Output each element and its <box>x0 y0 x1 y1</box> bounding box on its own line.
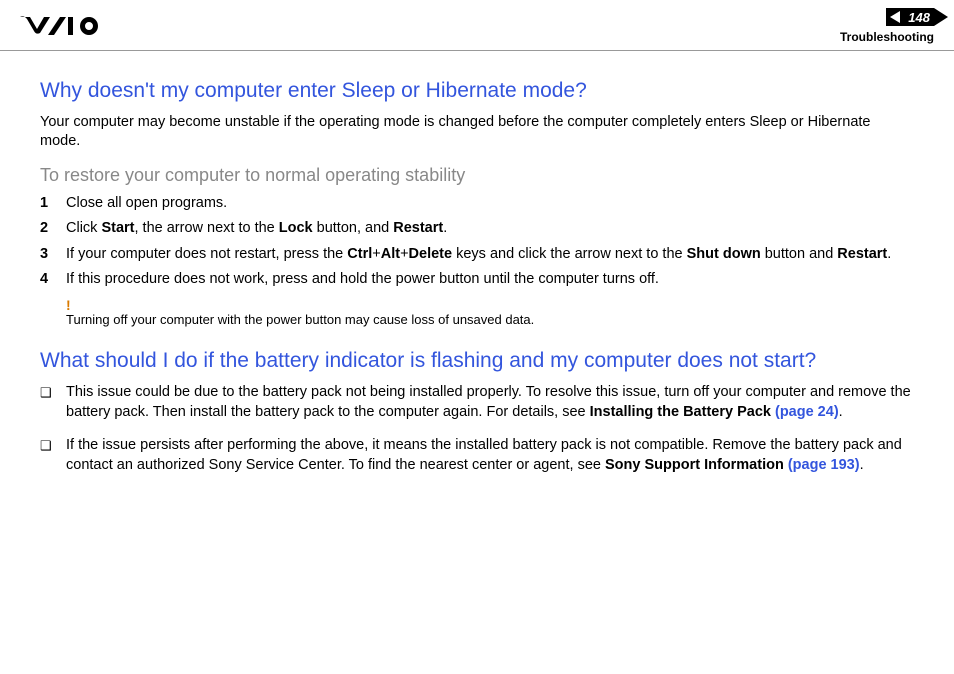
question-2-title: What should I do if the battery indicato… <box>40 349 914 373</box>
section-name: Troubleshooting <box>840 30 934 44</box>
question-1-title: Why doesn't my computer enter Sleep or H… <box>40 79 914 103</box>
page-content: Why doesn't my computer enter Sleep or H… <box>0 51 954 509</box>
warning-text: Turning off your computer with the power… <box>66 312 914 327</box>
next-page-icon[interactable] <box>934 8 948 26</box>
step-3: If your computer does not restart, press… <box>40 245 914 265</box>
warning-icon: ! <box>66 298 914 312</box>
step-2: Click Start, the arrow next to the Lock … <box>40 219 914 239</box>
prev-page-icon[interactable] <box>890 11 900 23</box>
question-1-intro: Your computer may become unstable if the… <box>40 113 914 151</box>
page-number-badge[interactable]: 148 <box>886 8 934 26</box>
warning-note: ! Turning off your computer with the pow… <box>66 298 914 327</box>
link-page-193[interactable]: (page 193) <box>788 457 860 473</box>
bullet-1: This issue could be due to the battery p… <box>40 383 914 422</box>
vaio-logo <box>20 15 110 37</box>
page-number: 148 <box>904 10 934 25</box>
step-4: If this procedure does not work, press a… <box>40 270 914 290</box>
question-1-subhead: To restore your computer to normal opera… <box>40 165 914 186</box>
step-1: Close all open programs. <box>40 194 914 214</box>
link-page-24[interactable]: (page 24) <box>775 404 839 420</box>
page-header: 148 Troubleshooting <box>0 0 954 51</box>
bullet-2: If the issue persists after performing t… <box>40 436 914 475</box>
question-2-bullets: This issue could be due to the battery p… <box>40 383 914 475</box>
restore-steps-list: Close all open programs. Click Start, th… <box>40 194 914 290</box>
